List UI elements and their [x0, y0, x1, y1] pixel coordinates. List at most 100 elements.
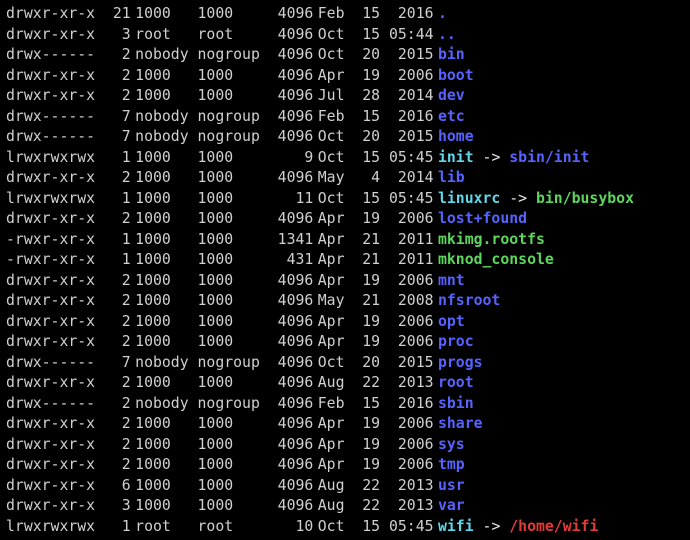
file-permissions: drwxr-xr-x — [6, 312, 104, 333]
owner: 1000 — [131, 230, 198, 251]
file-name: mnt — [438, 272, 465, 289]
date-month: Apr — [313, 66, 353, 87]
group: nogroup — [198, 127, 269, 148]
file-size: 4096 — [269, 435, 314, 456]
group: 1000 — [198, 291, 269, 312]
link-count: 2 — [104, 168, 131, 189]
link-count: 2 — [104, 414, 131, 435]
owner: 1000 — [131, 291, 198, 312]
date-time-or-year: 2006 — [380, 209, 438, 230]
date-month: Oct — [313, 25, 353, 46]
file-name-wrap: boot — [438, 66, 474, 87]
file-name: lib — [438, 169, 465, 186]
file-name-wrap: opt — [438, 312, 465, 333]
date-day: 22 — [353, 496, 380, 517]
file-name-wrap: nfsroot — [438, 291, 500, 312]
file-permissions: -rwxr-xr-x — [6, 230, 104, 251]
file-size: 4096 — [269, 373, 314, 394]
file-name-wrap: progs — [438, 353, 483, 374]
file-permissions: drwx------ — [6, 353, 104, 374]
file-name: wifi — [438, 518, 474, 535]
date-day: 15 — [353, 394, 380, 415]
date-day: 28 — [353, 86, 380, 107]
date-day: 15 — [353, 189, 380, 210]
owner: 1000 — [131, 373, 198, 394]
link-count: 1 — [104, 189, 131, 210]
ls-row: drwxr-xr-x2100010004096Apr192006proc — [6, 332, 684, 353]
date-month: Oct — [313, 189, 353, 210]
date-time-or-year: 2016 — [380, 394, 438, 415]
date-time-or-year: 2006 — [380, 435, 438, 456]
owner: 1000 — [131, 148, 198, 169]
owner: 1000 — [131, 332, 198, 353]
date-day: 4 — [353, 168, 380, 189]
ls-row: drwxr-xr-x2100010004096May212008nfsroot — [6, 291, 684, 312]
file-permissions: lrwxrwxrwx — [6, 189, 104, 210]
date-month: Aug — [313, 373, 353, 394]
date-day: 15 — [353, 25, 380, 46]
date-month: Apr — [313, 332, 353, 353]
file-name-wrap: bin — [438, 45, 465, 66]
link-count: 3 — [104, 496, 131, 517]
date-month: Oct — [313, 148, 353, 169]
ls-row: lrwxrwxrwx1rootroot10Oct1505:45wifi -> /… — [6, 517, 684, 538]
file-permissions: drwxr-xr-x — [6, 414, 104, 435]
date-month: Apr — [313, 312, 353, 333]
file-size: 4096 — [269, 476, 314, 497]
date-month: May — [313, 291, 353, 312]
file-name: init — [438, 149, 474, 166]
date-day: 19 — [353, 435, 380, 456]
file-name: sbin — [438, 395, 474, 412]
link-count: 1 — [104, 250, 131, 271]
file-size: 4096 — [269, 332, 314, 353]
file-name-wrap: linuxrc -> bin/busybox — [438, 189, 634, 210]
date-time-or-year: 05:45 — [380, 189, 438, 210]
file-name: var — [438, 497, 465, 514]
symlink-target: sbin/init — [509, 149, 589, 166]
date-time-or-year: 2011 — [380, 250, 438, 271]
date-month: Apr — [313, 271, 353, 292]
date-time-or-year: 2006 — [380, 332, 438, 353]
file-name-wrap: dev — [438, 86, 465, 107]
file-permissions: lrwxrwxrwx — [6, 148, 104, 169]
date-day: 19 — [353, 66, 380, 87]
group: 1000 — [198, 414, 269, 435]
group: 1000 — [198, 148, 269, 169]
file-name-wrap: init -> sbin/init — [438, 148, 589, 169]
file-name-wrap: tmp — [438, 455, 465, 476]
file-size: 4096 — [269, 312, 314, 333]
date-time-or-year: 2015 — [380, 353, 438, 374]
link-count: 1 — [104, 148, 131, 169]
file-name: nfsroot — [438, 292, 500, 309]
link-count: 2 — [104, 271, 131, 292]
link-count: 2 — [104, 394, 131, 415]
file-size: 11 — [269, 189, 314, 210]
date-time-or-year: 2006 — [380, 271, 438, 292]
date-month: Apr — [313, 435, 353, 456]
link-count: 2 — [104, 455, 131, 476]
date-time-or-year: 2006 — [380, 414, 438, 435]
file-permissions: -rwxr-xr-x — [6, 250, 104, 271]
date-time-or-year: 2015 — [380, 45, 438, 66]
owner: 1000 — [131, 476, 198, 497]
ls-row: drwxr-xr-x2100010004096Apr192006boot — [6, 66, 684, 87]
file-size: 10 — [269, 517, 314, 538]
link-count: 2 — [104, 312, 131, 333]
file-permissions: drwxr-xr-x — [6, 291, 104, 312]
date-month: Jul — [313, 86, 353, 107]
owner: 1000 — [131, 435, 198, 456]
file-permissions: lrwxrwxrwx — [6, 517, 104, 538]
file-size: 1341 — [269, 230, 314, 251]
owner: 1000 — [131, 4, 198, 25]
link-count: 2 — [104, 291, 131, 312]
group: 1000 — [198, 189, 269, 210]
owner: nobody — [131, 107, 198, 128]
date-day: 19 — [353, 312, 380, 333]
date-month: Oct — [313, 353, 353, 374]
file-permissions: drwx------ — [6, 107, 104, 128]
link-count: 7 — [104, 107, 131, 128]
file-size: 4096 — [269, 271, 314, 292]
owner: root — [131, 25, 198, 46]
date-time-or-year: 2014 — [380, 168, 438, 189]
ls-row: drwx------7nobodynogroup4096Oct202015hom… — [6, 127, 684, 148]
